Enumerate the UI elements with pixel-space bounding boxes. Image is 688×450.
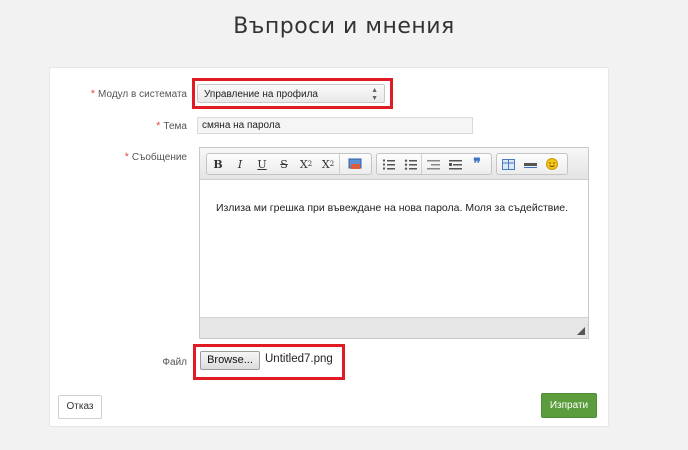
text-format-group: B I U S X2 X2 (206, 153, 372, 175)
editor-toolbar: B I U S X2 X2 ❞ (200, 148, 588, 180)
module-label-text: Модул в системата (98, 89, 187, 100)
strikethrough-button[interactable]: S (273, 154, 295, 174)
subscript-icon: 2 (307, 160, 313, 168)
remove-format-icon (348, 158, 362, 169)
table-button[interactable] (497, 154, 519, 174)
message-text-area[interactable]: Излиза ми грешка при въвеждане на нова п… (216, 202, 568, 214)
required-mark: * (156, 120, 161, 132)
table-icon (501, 158, 515, 170)
remove-format-button[interactable] (339, 154, 370, 174)
message-editor: B I U S X2 X2 ❞ Излиза ми грешка при във… (199, 147, 589, 339)
selected-file-name: Untitled7.png (265, 353, 333, 365)
cancel-button[interactable]: Отказ (58, 395, 102, 419)
numbered-list-icon (382, 159, 395, 169)
required-mark: * (90, 88, 96, 100)
module-select[interactable]: Управление на профила ▲ ▼ (197, 84, 385, 103)
subscript-x: X (299, 157, 308, 171)
smiley-button[interactable] (541, 154, 563, 174)
italic-button[interactable]: I (229, 154, 251, 174)
required-mark: * (124, 151, 129, 163)
module-label: * Модул в системата (91, 88, 187, 100)
topic-label-text: Тема (163, 121, 187, 132)
subscript-button[interactable]: X2 (295, 154, 317, 174)
topic-input[interactable]: смяна на парола (197, 117, 473, 134)
message-label-text: Съобщение (131, 152, 187, 163)
message-label: * Съобщение (125, 151, 187, 163)
page-title: Въпроси и мнения (233, 14, 455, 39)
superscript-x: X (321, 157, 330, 171)
smiley-icon (546, 158, 558, 170)
module-select-value: Управление на профила (204, 89, 318, 100)
outdent-button[interactable] (421, 154, 444, 174)
horizontal-line-button[interactable] (519, 154, 541, 174)
bold-button[interactable]: B (207, 154, 229, 174)
outdent-icon (426, 159, 440, 169)
bulleted-list-icon (404, 159, 417, 170)
superscript-icon: 2 (329, 160, 335, 168)
paragraph-group: ❞ (376, 153, 492, 175)
underline-button[interactable]: U (251, 154, 273, 174)
editor-status-bar (200, 317, 588, 338)
send-button[interactable]: Изпрати (541, 393, 597, 418)
insert-group (496, 153, 568, 175)
horizontal-line-icon (523, 162, 537, 168)
topic-label: * Тема (156, 120, 187, 132)
bulleted-list-button[interactable] (399, 154, 421, 174)
browse-button[interactable]: Browse... (200, 351, 260, 370)
file-label: Файл (162, 357, 187, 368)
resize-handle-icon[interactable] (577, 327, 585, 335)
indent-button[interactable] (444, 154, 466, 174)
indent-icon (448, 159, 462, 169)
select-arrows-icon: ▲ ▼ (371, 87, 378, 102)
numbered-list-button[interactable] (377, 154, 399, 174)
blockquote-icon: ❞ (473, 156, 481, 172)
superscript-button[interactable]: X2 (317, 154, 339, 174)
blockquote-button[interactable]: ❞ (466, 154, 488, 174)
